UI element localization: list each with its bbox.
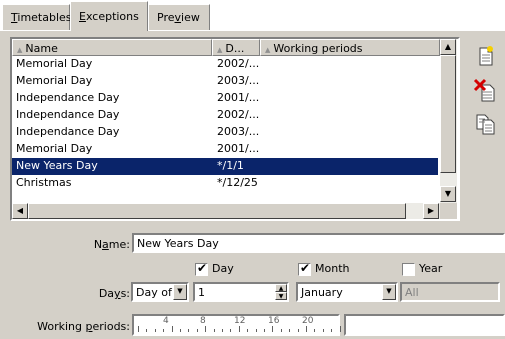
ruler-label: 8	[200, 316, 206, 326]
ruler-tick	[280, 329, 282, 332]
name-field[interactable]: New Years Day	[132, 233, 505, 253]
list-item[interactable]: Christmas */12/25	[12, 175, 438, 192]
scroll-down-button[interactable]: ▼	[440, 186, 456, 202]
list-item-selected[interactable]: New Years Day */1/1	[12, 158, 438, 175]
new-document-icon	[479, 46, 493, 66]
ruler-label: 16	[268, 316, 280, 326]
scroll-right-button[interactable]: ▶	[423, 203, 439, 219]
sort-icon: ▲	[217, 46, 223, 54]
checkbox-box	[402, 262, 415, 276]
days-label: Days:	[98, 287, 130, 300]
ruler-tick	[314, 329, 316, 332]
scroll-corner	[440, 203, 457, 219]
ruler-tick	[322, 329, 324, 332]
list-item[interactable]: Independance Day 2002/...	[12, 107, 438, 124]
ruler-tick	[146, 329, 148, 332]
tab-timetables[interactable]: Timetables	[2, 4, 72, 30]
arrow-down-icon: ▼	[444, 189, 452, 198]
arrow-left-icon: ◀	[16, 206, 24, 215]
list-item[interactable]: Independance Day 2003/...	[12, 124, 438, 141]
checkmark-icon: ✔	[300, 260, 311, 275]
ruler-tick	[154, 329, 156, 332]
list-item[interactable]: Memorial Day 2003/...	[12, 73, 438, 90]
days-type-select[interactable]: Day of ▼	[131, 282, 189, 302]
ruler-tick	[247, 329, 249, 332]
ruler-tick	[213, 329, 215, 332]
list-item[interactable]: Independance Day 2001/...	[12, 90, 438, 107]
arrow-up-icon: ▲	[444, 42, 452, 51]
working-periods-label: Working periods:	[37, 320, 130, 333]
ruler-tick	[238, 326, 240, 332]
ruler-tick	[272, 326, 274, 332]
list-item[interactable]: Memorial Day 2001/...	[12, 141, 438, 158]
day-stepper[interactable]: 1 ▲ ▼	[193, 282, 289, 302]
name-label: Name:	[93, 238, 130, 251]
ruler-label: 4	[163, 316, 169, 326]
month-checkbox[interactable]: ✔ Month	[298, 260, 349, 276]
checkbox-box: ✔	[298, 260, 311, 276]
ruler-tick	[171, 326, 173, 332]
tab-strip: Timetables Exceptions Preview	[0, 0, 505, 31]
checkmark-icon: ✔	[197, 260, 208, 275]
horizontal-scrollbar[interactable]: ◀ ▶	[12, 203, 440, 219]
chevron-down-icon[interactable]: ▼	[173, 284, 187, 300]
ruler-tick	[255, 329, 257, 332]
spin-buttons[interactable]: ▲ ▼	[275, 284, 287, 300]
ruler-tick	[205, 326, 207, 332]
scroll-left-button[interactable]: ◀	[12, 203, 28, 219]
ruler-tick	[297, 329, 299, 332]
sort-icon: ▲	[265, 46, 271, 54]
month-select[interactable]: January ▼	[296, 282, 398, 302]
spin-down-icon[interactable]: ▼	[275, 292, 287, 300]
working-periods-ruler[interactable]: 4 8 12 16 20	[132, 314, 341, 336]
ruler-label: 12	[234, 316, 246, 326]
scroll-up-button[interactable]: ▲	[440, 39, 456, 55]
ruler-tick	[138, 326, 139, 332]
exceptions-list[interactable]: ▲ Name ▲ D... ▲ Working periods Memorial Da…	[10, 37, 460, 221]
year-field: All	[400, 282, 500, 302]
column-header-working-periods[interactable]: ▲ Working periods	[260, 39, 440, 56]
list-toolbar	[464, 37, 505, 221]
delete-button[interactable]	[472, 77, 498, 103]
ruler-tick	[196, 329, 198, 332]
new-button[interactable]	[472, 43, 498, 69]
ruler-label: 20	[302, 316, 314, 326]
vertical-scrollbar[interactable]: ▲ ▼	[440, 39, 457, 203]
delete-document-icon	[473, 78, 495, 102]
exceptions-window: Timetables Exceptions Preview ▲ Name ▲ D..…	[0, 0, 505, 339]
scroll-thumb[interactable]	[440, 55, 456, 173]
ruler-tick	[339, 326, 341, 332]
ruler-tick	[188, 329, 190, 332]
ruler-tick	[222, 329, 223, 332]
ruler-tick	[289, 329, 291, 332]
ruler-tick	[180, 329, 181, 332]
chevron-down-icon[interactable]: ▼	[382, 284, 396, 300]
sort-icon: ▲	[17, 46, 23, 54]
working-periods-field[interactable]	[344, 314, 505, 336]
tab-exceptions[interactable]: Exceptions	[70, 1, 148, 31]
ruler-tick	[331, 329, 333, 332]
list-rows: Memorial Day 2002/... Memorial Day 2003/..…	[12, 56, 438, 192]
ruler-tick	[306, 326, 307, 332]
column-header-date[interactable]: ▲ D...	[212, 39, 260, 56]
tab-preview[interactable]: Preview	[148, 4, 210, 30]
ruler-tick	[163, 329, 165, 332]
day-checkbox[interactable]: ✔ Day	[195, 260, 234, 276]
column-header-name[interactable]: ▲ Name	[12, 39, 212, 56]
copy-document-icon	[476, 114, 495, 135]
year-checkbox[interactable]: Year	[402, 262, 442, 276]
checkbox-box: ✔	[195, 260, 208, 276]
scroll-thumb[interactable]	[28, 203, 406, 219]
list-item[interactable]: Memorial Day 2002/...	[12, 56, 438, 73]
ruler-tick	[230, 329, 232, 332]
arrow-right-icon: ▶	[427, 206, 435, 215]
list-header: ▲ Name ▲ D... ▲ Working periods	[12, 39, 458, 56]
spin-up-icon[interactable]: ▲	[275, 284, 287, 292]
copy-button[interactable]	[472, 111, 498, 137]
ruler-tick	[264, 329, 265, 332]
